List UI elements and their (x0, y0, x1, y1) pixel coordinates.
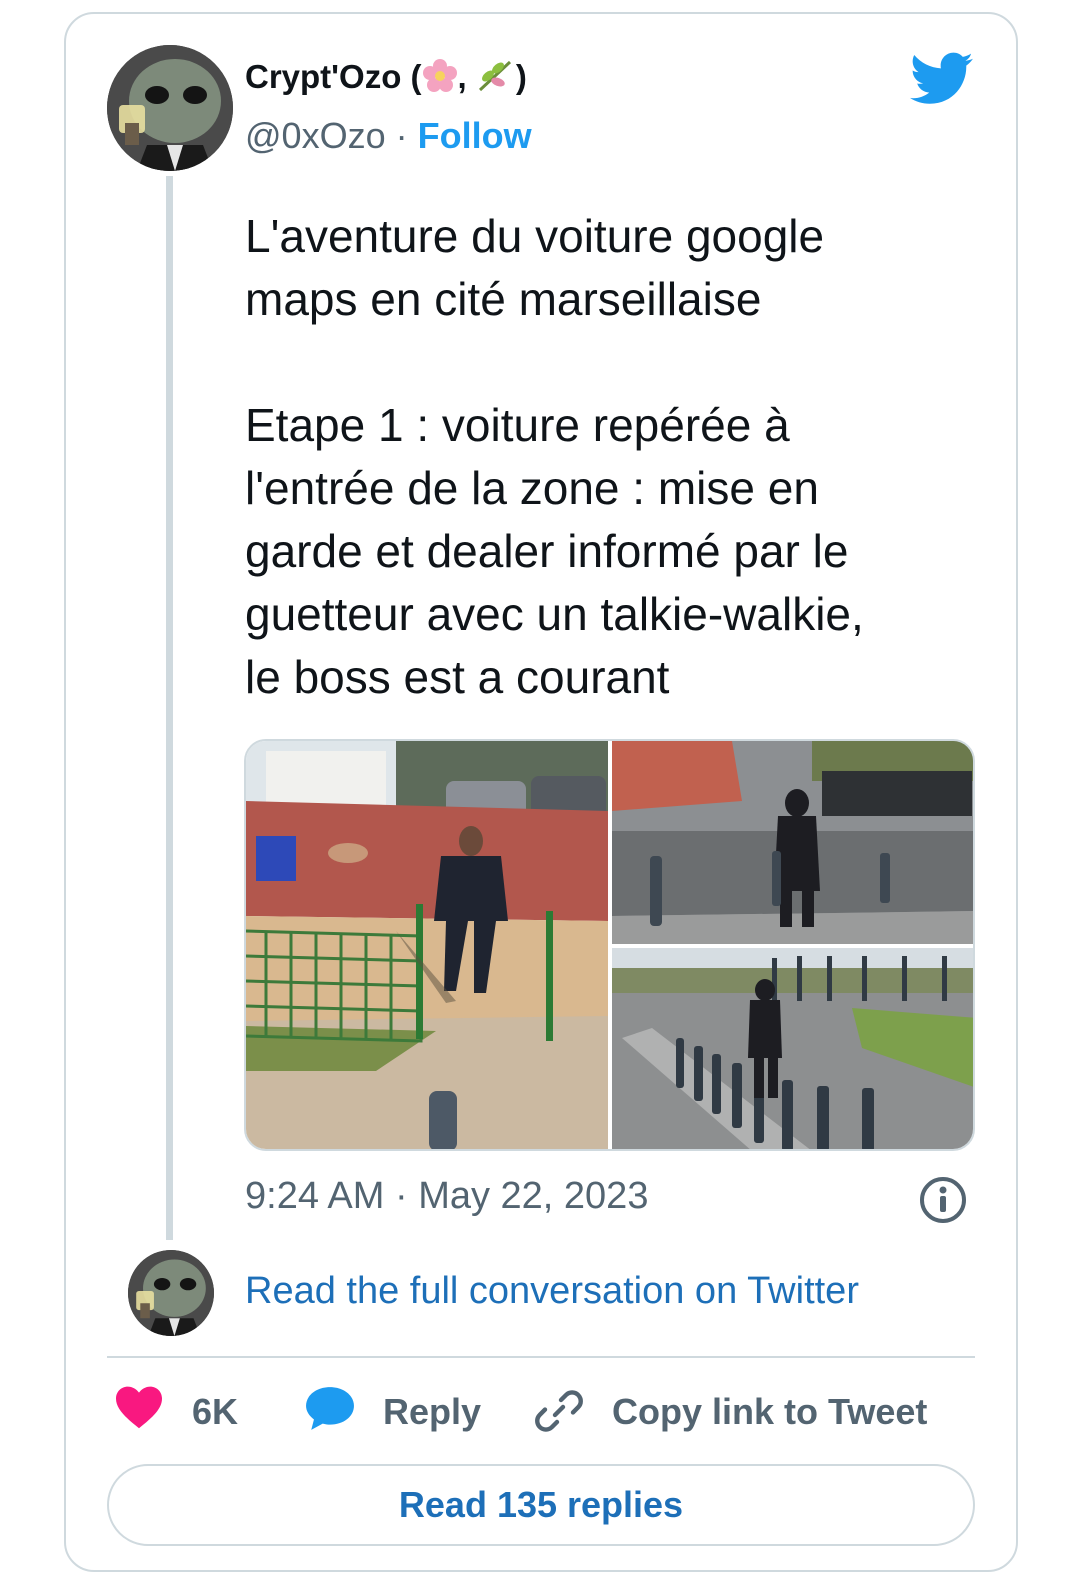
reply-button[interactable]: Reply (305, 1385, 495, 1435)
author-avatar[interactable] (107, 45, 233, 171)
link-icon (535, 1390, 583, 1432)
tweet-image-3[interactable] (612, 948, 973, 1149)
follow-link[interactable]: Follow (418, 115, 532, 156)
read-replies-button[interactable]: Read 135 replies (107, 1464, 975, 1546)
tweet-text: L'aventure du voiture google maps en cit… (245, 210, 864, 703)
author-name-close: ) (515, 58, 527, 95)
thread-line (166, 176, 173, 1240)
author-handle-row: @0xOzo · Follow (245, 115, 532, 157)
info-icon[interactable] (918, 1175, 968, 1230)
tweet-media-grid[interactable] (244, 739, 975, 1151)
tweet-image-2[interactable] (612, 741, 973, 944)
actions-divider (107, 1356, 975, 1358)
author-name-sep: , (457, 58, 467, 95)
copy-link-button[interactable]: Copy link to Tweet (535, 1385, 935, 1435)
author-name-text: Crypt'Ozo ( (245, 58, 422, 95)
like-button[interactable]: 6K (115, 1385, 245, 1435)
read-full-conversation-link[interactable]: Read the full conversation on Twitter (245, 1270, 859, 1313)
dot-separator: · (395, 115, 408, 156)
heart-icon (116, 1386, 162, 1429)
like-count: 6K (192, 1391, 239, 1432)
reply-bubble-icon (306, 1387, 354, 1430)
herb-icon (476, 58, 516, 102)
conversation-avatar[interactable] (128, 1250, 214, 1336)
tweet-image-1[interactable] (246, 741, 608, 1149)
copy-link-label: Copy link to Tweet (612, 1391, 928, 1432)
author-name[interactable]: Crypt'Ozo (, ) (245, 58, 527, 102)
reply-label: Reply (383, 1391, 482, 1432)
twitter-bird-icon[interactable] (910, 52, 974, 111)
author-handle[interactable]: @0xOzo (245, 115, 386, 156)
tweet-timestamp[interactable]: 9:24 AM · May 22, 2023 (245, 1175, 648, 1218)
cherry-blossom-icon (422, 58, 458, 102)
